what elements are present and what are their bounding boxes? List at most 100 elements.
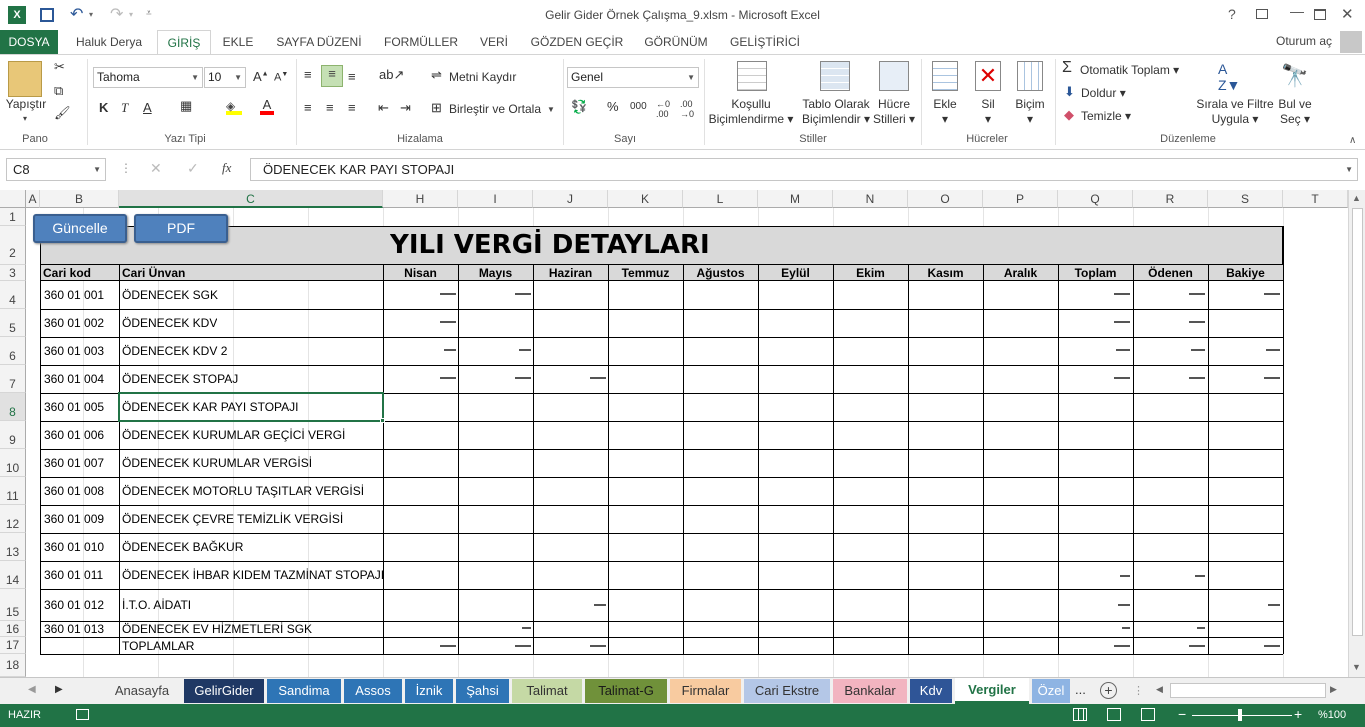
column-header-r[interactable]: R	[1133, 190, 1208, 208]
cari-unvan-cell[interactable]: ÖDENECEK KDV	[122, 316, 217, 330]
column-header-h[interactable]: H	[383, 190, 458, 208]
zoom-slider-thumb[interactable]	[1238, 709, 1242, 721]
cell-styles-icon[interactable]	[879, 61, 909, 91]
maximize-button[interactable]	[1314, 9, 1326, 20]
delete-cells-icon[interactable]: ✕	[975, 61, 1001, 91]
scroll-thumb[interactable]	[1352, 208, 1363, 636]
sheet-tab[interactable]: Anasayfa	[103, 679, 181, 703]
add-sheet-icon[interactable]: +	[1100, 682, 1117, 699]
format-as-table-button[interactable]: Tablo Olarak Biçimlendir ▾	[796, 97, 876, 127]
column-header-t[interactable]: T	[1283, 190, 1348, 208]
sheet-tab[interactable]: Kdv	[910, 679, 952, 703]
cari-kod-cell[interactable]: 360 01 012	[44, 598, 104, 612]
sheet-tab[interactable]: İznik	[405, 679, 453, 703]
row-header[interactable]: 16	[0, 621, 26, 637]
increase-font-icon[interactable]: A▲	[253, 69, 269, 84]
tab-home[interactable]: GİRİŞ	[157, 30, 211, 55]
cari-kod-cell[interactable]: 360 01 011	[44, 568, 103, 582]
fill-button[interactable]: Doldur ▾	[1081, 86, 1126, 101]
cari-unvan-cell[interactable]: ÖDENECEK ÇEVRE TEMİZLİK VERGİSİ	[122, 512, 343, 526]
fill-handle[interactable]	[380, 418, 385, 423]
row-header[interactable]: 6	[0, 337, 26, 365]
tab-page-layout[interactable]: SAYFA DÜZENİ	[265, 30, 373, 55]
column-header-j[interactable]: J	[533, 190, 608, 208]
sheet-tab[interactable]: Cari Ekstre	[744, 679, 830, 703]
column-header-a[interactable]: A	[26, 190, 40, 208]
column-header-q[interactable]: Q	[1058, 190, 1133, 208]
decrease-font-icon[interactable]: A▼	[274, 71, 288, 84]
normal-view-icon[interactable]	[1073, 708, 1087, 721]
conditional-format-button[interactable]: Koşullu Biçimlendirme ▾	[706, 97, 796, 127]
find-select-icon[interactable]: 🔭	[1281, 63, 1308, 89]
format-painter-icon[interactable]: 🖌	[54, 105, 71, 121]
hscroll-right-icon[interactable]: ▶	[1330, 684, 1337, 695]
column-header-c[interactable]: C	[119, 190, 383, 208]
row-header[interactable]: 11	[0, 477, 26, 505]
sheet-tab[interactable]: Talimat-G	[585, 679, 667, 703]
row-header[interactable]: 15	[0, 589, 26, 621]
zoom-level[interactable]: %100	[1318, 709, 1346, 721]
scroll-down-icon[interactable]: ▼	[1352, 662, 1361, 672]
cari-unvan-cell[interactable]: ÖDENECEK MOTORLU TAŞITLAR VERGİSİ	[122, 484, 364, 498]
orientation-icon[interactable]: ab↗	[379, 67, 404, 83]
wrap-text-icon[interactable]: ⇌	[431, 67, 442, 83]
more-sheets-icon[interactable]: ...	[1075, 682, 1086, 697]
page-layout-view-icon[interactable]	[1107, 708, 1121, 721]
row-header[interactable]: 2	[0, 226, 26, 265]
scroll-tabs-right-icon[interactable]: ▶	[55, 684, 63, 695]
close-button[interactable]: ✕	[1341, 5, 1354, 23]
find-select-button[interactable]: Bul ve Seç ▾	[1274, 97, 1316, 127]
autosum-button[interactable]: Otomatik Toplam ▾	[1080, 63, 1179, 78]
wrap-text-button[interactable]: Metni Kaydır	[449, 70, 516, 85]
cari-kod-cell[interactable]: 360 01 002	[44, 316, 104, 330]
merge-center-icon[interactable]: ⊞	[431, 100, 442, 116]
cari-unvan-cell[interactable]: ÖDENECEK KURUMLAR GEÇİCİ VERGİ	[122, 428, 345, 442]
row-header[interactable]: 5	[0, 309, 26, 337]
decrease-indent-icon[interactable]: ⇤	[378, 100, 389, 116]
column-header-n[interactable]: N	[833, 190, 908, 208]
conditional-format-icon[interactable]	[737, 61, 767, 91]
cari-kod-cell[interactable]: 360 01 010	[44, 540, 104, 554]
borders-icon[interactable]: ▦	[180, 98, 192, 114]
sort-filter-icon[interactable]: A Z▼	[1218, 61, 1248, 93]
clear-button[interactable]: Temizle ▾	[1081, 109, 1131, 124]
tab-insert[interactable]: EKLE	[214, 30, 262, 55]
font-color-icon[interactable]: A	[260, 97, 274, 115]
tab-view[interactable]: GÖRÜNÜM	[635, 30, 717, 55]
decrease-decimal-icon[interactable]: .00 →0	[680, 99, 694, 119]
sheet-tab[interactable]: Assos	[344, 679, 402, 703]
pdf-button[interactable]: PDF	[134, 214, 228, 243]
confirm-entry-icon[interactable]: ✓	[187, 160, 199, 177]
zoom-out-icon[interactable]: −	[1178, 706, 1186, 722]
sheet-tab[interactable]: Bankalar	[833, 679, 907, 703]
fill-color-icon[interactable]: ◈	[226, 99, 242, 115]
merge-center-button[interactable]: Birleştir ve Ortala	[449, 102, 541, 117]
cell-styles-button[interactable]: Hücre Stilleri ▾	[868, 97, 920, 127]
clipboard-paste-icon[interactable]	[8, 61, 42, 97]
cari-kod-cell[interactable]: 360 01 004	[44, 372, 104, 386]
row-header[interactable]: 12	[0, 505, 26, 533]
cari-kod-cell[interactable]: 360 01 005	[44, 400, 104, 414]
sort-filter-button[interactable]: Sırala ve Filtre Uygula ▾	[1192, 97, 1278, 127]
column-header-l[interactable]: L	[683, 190, 758, 208]
percent-button[interactable]: %	[607, 99, 619, 114]
macro-record-icon[interactable]	[76, 709, 89, 720]
increase-decimal-icon[interactable]: ←0.00	[656, 99, 670, 119]
collapse-ribbon-icon[interactable]: ∧	[1349, 135, 1356, 146]
cari-kod-cell[interactable]: 360 01 008	[44, 484, 104, 498]
paste-dropdown-icon[interactable]: ▾	[23, 114, 27, 123]
sheet-tab[interactable]: Şahsi	[456, 679, 509, 703]
ribbon-display-button[interactable]	[1256, 9, 1268, 19]
name-box[interactable]: C8 ▼	[6, 158, 106, 181]
row-header[interactable]: 13	[0, 533, 26, 561]
autosum-icon[interactable]: Σ	[1062, 59, 1072, 77]
column-header-s[interactable]: S	[1208, 190, 1283, 208]
row-header[interactable]: 7	[0, 365, 26, 393]
tab-developer[interactable]: GELİŞTİRİCİ	[722, 30, 808, 55]
paste-button[interactable]: Yapıştır	[4, 97, 48, 112]
delete-cells-button[interactable]: Sil ▾	[968, 97, 1008, 127]
tab-data[interactable]: VERİ	[470, 30, 518, 55]
cari-unvan-cell[interactable]: ÖDENECEK EV HİZMETLERİ SGK	[122, 622, 312, 636]
horizontal-scrollbar[interactable]	[1170, 683, 1326, 698]
sheet-tab[interactable]: Sandima	[267, 679, 341, 703]
